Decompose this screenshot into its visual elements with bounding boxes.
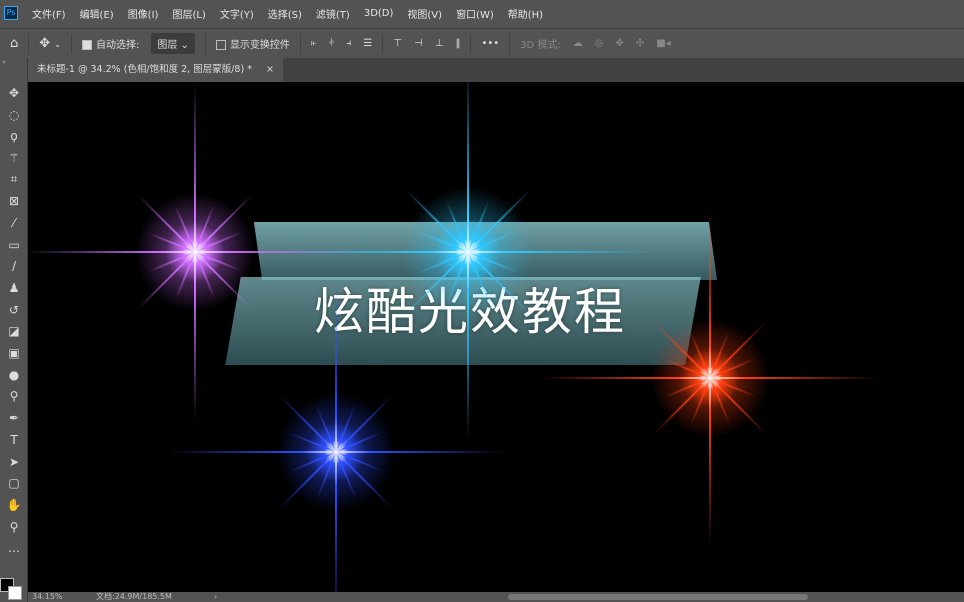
distribute-v-icon[interactable]: ‖ bbox=[455, 38, 460, 49]
document-size: 文档:24.9M/185.5M bbox=[96, 592, 172, 601]
menu-bar: Ps 文件(F) 编辑(E) 图像(I) 图层(L) 文字(Y) 选择(S) 滤… bbox=[0, 0, 964, 26]
horizontal-scrollbar[interactable] bbox=[508, 594, 808, 600]
zoom-level[interactable]: 34.15% bbox=[32, 592, 63, 602]
auto-select-target-dropdown[interactable]: 图层 ⌄ bbox=[151, 33, 195, 54]
divider bbox=[509, 33, 511, 54]
menu-select[interactable]: 选择(S) bbox=[268, 6, 302, 21]
home-icon[interactable]: ⌂ bbox=[10, 36, 18, 51]
shape-icon[interactable]: ▢ bbox=[0, 472, 28, 494]
healing-icon[interactable]: ▭ bbox=[0, 234, 28, 256]
divider bbox=[470, 33, 472, 54]
3d-roll-icon[interactable]: ◎ bbox=[595, 38, 604, 49]
dodge-icon[interactable]: ⚲ bbox=[0, 386, 28, 408]
menu-image[interactable]: 图像(I) bbox=[128, 6, 159, 21]
path-select-icon[interactable]: ➤ bbox=[0, 451, 28, 473]
show-transform-checkbox[interactable]: 显示变换控件 bbox=[215, 36, 290, 51]
magic-wand-icon[interactable]: ⚚ bbox=[0, 147, 28, 169]
divider bbox=[382, 33, 384, 54]
brush-icon[interactable]: ∕ bbox=[0, 256, 28, 278]
crop-icon[interactable]: ⌗ bbox=[0, 169, 28, 191]
gradient-icon[interactable]: ▣ bbox=[0, 342, 28, 364]
divider bbox=[71, 33, 72, 54]
hand-icon[interactable]: ✋ bbox=[0, 494, 28, 516]
auto-select-label: 自动选择: bbox=[96, 40, 140, 51]
document-canvas[interactable]: 炫酷光效教程 bbox=[28, 82, 964, 592]
menu-help[interactable]: 帮助(H) bbox=[508, 6, 543, 21]
distribute-icon[interactable]: ☰ bbox=[363, 38, 372, 49]
marquee-icon[interactable]: ◌ bbox=[0, 104, 28, 126]
menu-file[interactable]: 文件(F) bbox=[32, 6, 66, 21]
divider bbox=[204, 33, 206, 54]
type-icon[interactable]: T bbox=[0, 429, 28, 451]
status-bar: 34.15% 文档:24.9M/185.5M › bbox=[28, 592, 964, 602]
background-color-swatch[interactable] bbox=[8, 586, 22, 600]
close-tab-icon[interactable]: × bbox=[266, 58, 274, 82]
menu-3d[interactable]: 3D(D) bbox=[364, 8, 394, 19]
align-right-icon[interactable]: ⫞ bbox=[346, 38, 351, 49]
menu-filter[interactable]: 滤镜(T) bbox=[316, 6, 350, 21]
3d-mode-label: 3D 模式: bbox=[520, 40, 561, 51]
menu-layer[interactable]: 图层(L) bbox=[172, 6, 205, 21]
align-middle-icon[interactable]: ⊣ bbox=[414, 38, 423, 49]
menu-window[interactable]: 窗口(W) bbox=[456, 6, 494, 21]
divider bbox=[28, 33, 30, 54]
show-transform-label: 显示变换控件 bbox=[229, 40, 290, 51]
3d-pan-icon[interactable]: ✥ bbox=[616, 38, 624, 49]
document-tab[interactable]: 未标题-1 @ 34.2% (色相/饱和度 2, 图层蒙版/8) * × bbox=[28, 58, 283, 82]
panel-collapse-icon[interactable]: » bbox=[0, 58, 27, 82]
menu-view[interactable]: 视图(V) bbox=[407, 6, 442, 21]
zoom-icon[interactable]: ⚲ bbox=[0, 516, 28, 538]
options-bar: ⌂ ✥ ⌄ 自动选择: 图层 ⌄ 显示变换控件 ⫦ ⫩ ⫞ ☰ ⊤ ⊣ ⊥ ‖ … bbox=[0, 28, 964, 58]
align-top-icon[interactable]: ⊤ bbox=[393, 38, 402, 49]
status-arrow-icon[interactable]: › bbox=[214, 592, 217, 602]
pen-icon[interactable]: ✒ bbox=[0, 407, 28, 429]
align-center-icon[interactable]: ⫩ bbox=[329, 38, 335, 49]
3d-camera-icon[interactable]: ■◂ bbox=[656, 38, 670, 49]
move-tool-icon[interactable]: ✥ ⌄ bbox=[39, 36, 61, 51]
menu-edit[interactable]: 编辑(E) bbox=[80, 6, 114, 21]
auto-select-checkbox[interactable]: 自动选择: bbox=[82, 36, 139, 51]
menu-type[interactable]: 文字(Y) bbox=[220, 6, 254, 21]
document-tab-title: 未标题-1 @ 34.2% (色相/饱和度 2, 图层蒙版/8) * bbox=[37, 64, 252, 75]
history-brush-icon[interactable]: ↺ bbox=[0, 299, 28, 321]
align-bottom-icon[interactable]: ⊥ bbox=[435, 38, 444, 49]
3d-orbit-icon[interactable]: ☁ bbox=[573, 38, 583, 49]
stamp-icon[interactable]: ♟ bbox=[0, 277, 28, 299]
eraser-icon[interactable]: ◪ bbox=[0, 321, 28, 343]
move-icon[interactable]: ✥ bbox=[0, 82, 28, 104]
tools-panel: » ✥ ◌ ϙ ⚚ ⌗ ⊠ ⁄ ▭ ∕ ♟ ↺ ◪ ▣ ● ⚲ ✒ T ➤ ▢ ✋ ⚲… bbox=[0, 58, 28, 602]
document-tab-bar: 未标题-1 @ 34.2% (色相/饱和度 2, 图层蒙版/8) * × bbox=[28, 58, 964, 82]
lasso-icon[interactable]: ϙ bbox=[0, 125, 28, 147]
frame-icon[interactable]: ⊠ bbox=[0, 190, 28, 212]
more-options-button[interactable]: ••• bbox=[481, 38, 499, 49]
blur-icon[interactable]: ● bbox=[0, 364, 28, 386]
more-icon[interactable]: … bbox=[0, 537, 28, 559]
align-left-icon[interactable]: ⫦ bbox=[311, 38, 317, 49]
eyedropper-icon[interactable]: ⁄ bbox=[0, 212, 28, 234]
divider bbox=[299, 33, 301, 54]
photoshop-logo: Ps bbox=[4, 6, 18, 20]
target-value: 图层 bbox=[157, 40, 178, 51]
3d-slide-icon[interactable]: ✣ bbox=[636, 38, 644, 49]
